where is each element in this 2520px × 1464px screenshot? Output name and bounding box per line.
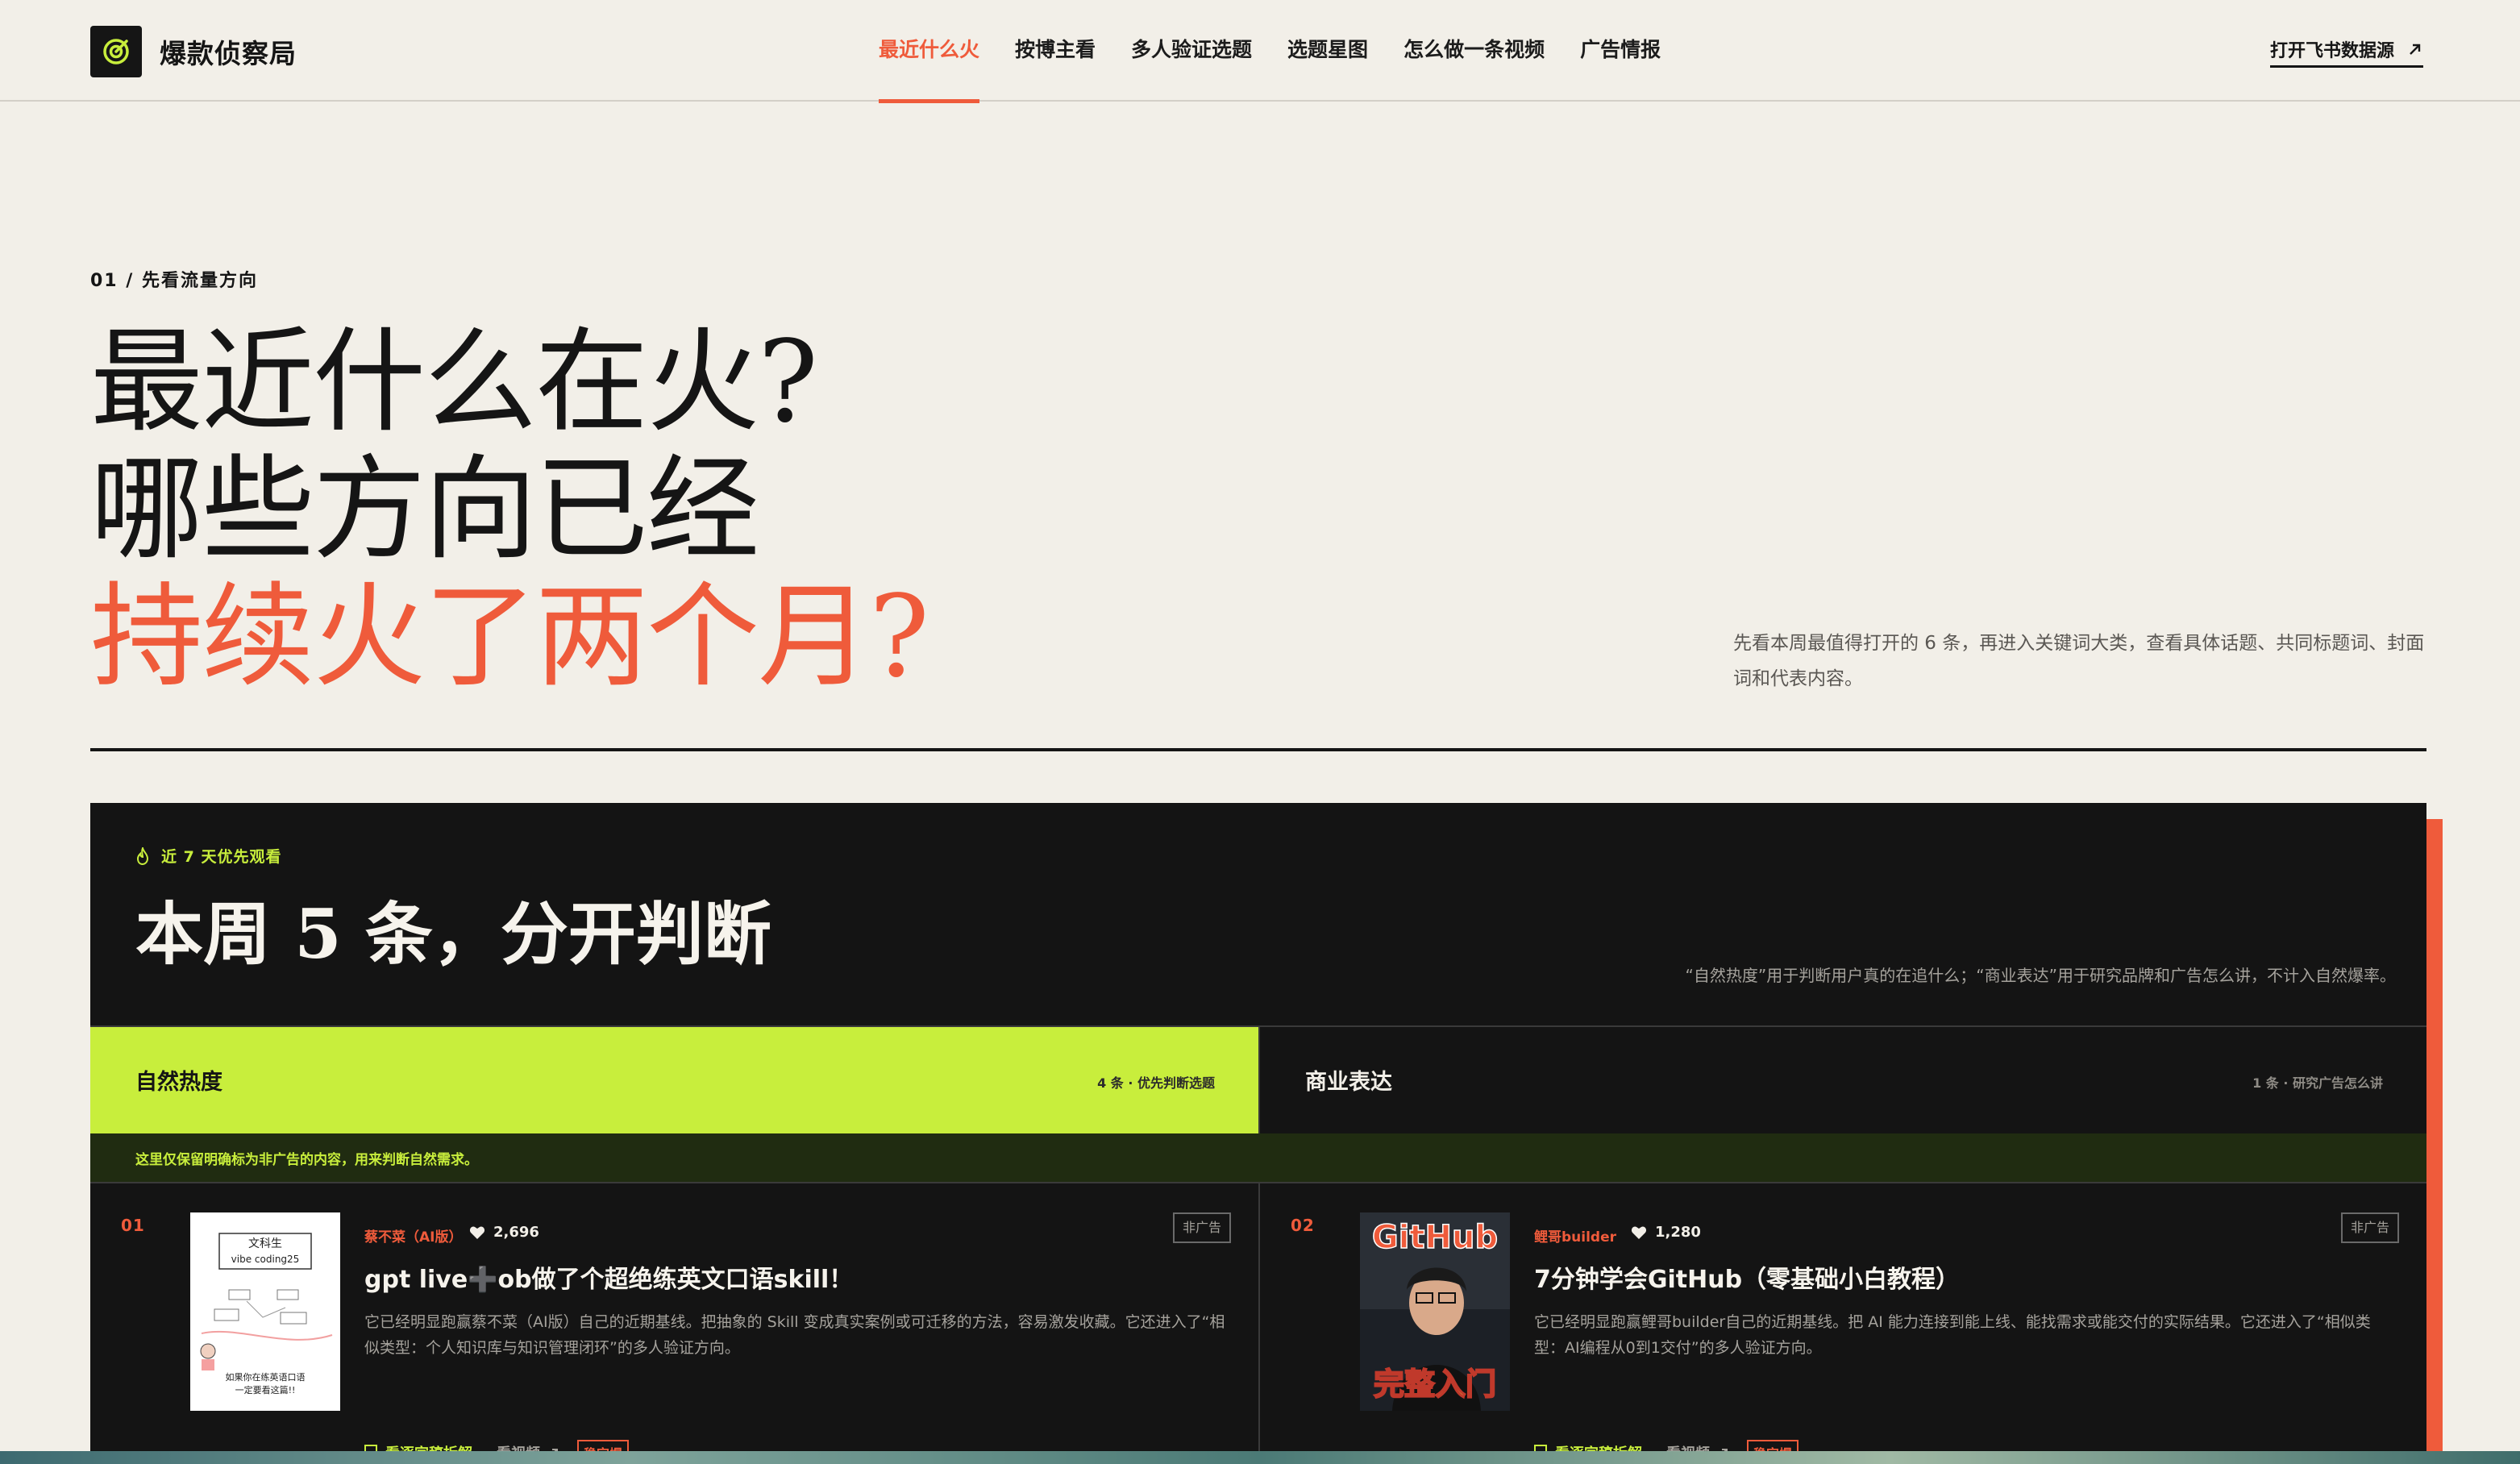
thumb-bottom-text: 完整入门 xyxy=(1374,1366,1496,1402)
panel-note: “自然热度”用于判断用户真的在追什么；“商业表达”用于研究品牌和广告怎么讲，不计… xyxy=(1685,966,2396,985)
top-header: 爆款侦察局 最近什么火 按博主看 多人验证选题 选题星图 怎么做一条视频 广告情… xyxy=(0,0,2520,103)
hero-title-line-3: 持续火了两个月? xyxy=(90,572,929,703)
card-rank: 01 xyxy=(121,1216,145,1235)
tab-commercial-meta: 1 条 · 研究广告怎么讲 xyxy=(2252,1075,2383,1091)
nav-item-how-to-video[interactable]: 怎么做一条视频 xyxy=(1403,0,1545,102)
card-likes: 2,696 xyxy=(469,1224,539,1241)
card-thumbnail[interactable]: 文科生 vibe coding25 如果你在练英语口语 一定要看这篇!! xyxy=(190,1212,340,1411)
nav-item-ad-intel[interactable]: 广告情报 xyxy=(1580,0,1661,102)
nav-item-trending[interactable]: 最近什么火 xyxy=(879,0,980,103)
main-nav: 最近什么火 按博主看 多人验证选题 选题星图 怎么做一条视频 广告情报 xyxy=(879,0,1696,103)
card-author[interactable]: 蔡不菜（AI版） xyxy=(364,1225,462,1246)
heart-icon xyxy=(469,1225,485,1240)
card-title[interactable]: gpt live➕ob做了个超绝练英文口语skill！ xyxy=(364,1261,1219,1300)
hero-divider xyxy=(90,748,2426,751)
card-description: 它已经明显跑赢蔡不菜（AI版）自己的近期基线。把抽象的 Skill 变成真实案例… xyxy=(364,1313,1225,1357)
card-thumbnail[interactable]: GitHub 完整入门 xyxy=(1360,1212,1510,1411)
brand[interactable]: 爆款侦察局 xyxy=(90,26,297,77)
nav-item-verified-topics[interactable]: 多人验证选题 xyxy=(1131,0,1252,102)
heart-icon xyxy=(1631,1225,1647,1240)
content-card[interactable]: 02 GitHub 完整入门 鲤哥builder 1,280 非广告 7分钟学会… xyxy=(1258,1183,2426,1464)
radar-logo-icon xyxy=(90,26,142,77)
card-author[interactable]: 鲤哥builder xyxy=(1534,1225,1616,1246)
filter-note: 这里仅保留明确标为非广告的内容，用来判断自然需求。 xyxy=(135,1152,478,1168)
status-badge: 非广告 xyxy=(1172,1212,1231,1243)
filter-note-bar: 这里仅保留明确标为非广告的内容，用来判断自然需求。 xyxy=(90,1133,2426,1183)
thumb-caption-1: 如果你在练英语口语 xyxy=(226,1371,306,1383)
panel-tabs: 自然热度 4 条 · 优先判断选题 商业表达 1 条 · 研究广告怎么讲 xyxy=(90,1025,2426,1133)
weekly-picks-panel: 近 7 天优先观看 本周 5 条，分开判断 “自然热度”用于判断用户真的在追什么… xyxy=(90,803,2426,1464)
arrow-up-right-icon xyxy=(2407,41,2423,57)
flame-icon xyxy=(135,846,150,865)
thumb-top-text: GitHub xyxy=(1372,1219,1498,1256)
thumb-line-2: vibe coding25 xyxy=(231,1254,300,1265)
tab-natural-heat-meta: 4 条 · 优先判断选题 xyxy=(1097,1075,1215,1091)
desktop-background-strip xyxy=(0,1451,2520,1464)
status-badge: 非广告 xyxy=(2340,1212,2399,1243)
section-label: 01 / 先看流量方向 xyxy=(90,271,258,291)
tab-natural-heat[interactable]: 自然热度 4 条 · 优先判断选题 xyxy=(90,1027,1258,1133)
hero-title: 最近什么在火? 哪些方向已经 持续火了两个月? xyxy=(90,317,929,703)
open-feishu-label: 打开飞书数据源 xyxy=(2270,40,2395,61)
thumb-line-1: 文科生 xyxy=(248,1237,282,1250)
tab-commercial[interactable]: 商业表达 1 条 · 研究广告怎么讲 xyxy=(1258,1027,2426,1133)
card-likes-count: 1,280 xyxy=(1655,1224,1701,1241)
card-rank: 02 xyxy=(1291,1216,1315,1235)
panel-tag: 近 7 天优先观看 xyxy=(135,845,281,867)
content-card[interactable]: 01 文科生 vibe coding25 如果你在练英语口语 一定要看这篇!! … xyxy=(90,1183,1258,1464)
hero-title-line-2: 哪些方向已经 xyxy=(90,444,759,576)
card-likes-count: 2,696 xyxy=(493,1224,539,1241)
panel-title: 本周 5 条，分开判断 xyxy=(135,894,771,974)
card-description: 它已经明显跑赢鲤哥builder自己的近期基线。把 AI 能力连接到能上线、能找… xyxy=(1534,1313,2371,1357)
tab-commercial-label: 商业表达 xyxy=(1305,1070,1392,1095)
content-cards: 01 文科生 vibe coding25 如果你在练英语口语 一定要看这篇!! … xyxy=(90,1183,2426,1464)
nav-item-topic-map[interactable]: 选题星图 xyxy=(1287,0,1368,102)
page: 爆款侦察局 最近什么火 按博主看 多人验证选题 选题星图 怎么做一条视频 广告情… xyxy=(0,0,2520,1464)
tab-natural-heat-label: 自然热度 xyxy=(135,1070,222,1095)
panel-tag-label: 近 7 天优先观看 xyxy=(161,848,282,866)
hero-title-line-1: 最近什么在火? xyxy=(90,317,818,448)
brand-name: 爆款侦察局 xyxy=(160,38,297,69)
open-feishu-link[interactable]: 打开飞书数据源 xyxy=(2270,35,2424,68)
hero-description: 先看本周最值得打开的 6 条，再进入关键词大类，查看具体话题、共同标题词、封面词… xyxy=(1733,633,2425,689)
nav-item-by-creator[interactable]: 按博主看 xyxy=(1015,0,1096,102)
card-title[interactable]: 7分钟学会GitHub（零基础小白教程） xyxy=(1534,1261,2389,1300)
card-likes: 1,280 xyxy=(1631,1224,1701,1241)
thumb-caption-2: 一定要看这篇!! xyxy=(235,1384,296,1395)
